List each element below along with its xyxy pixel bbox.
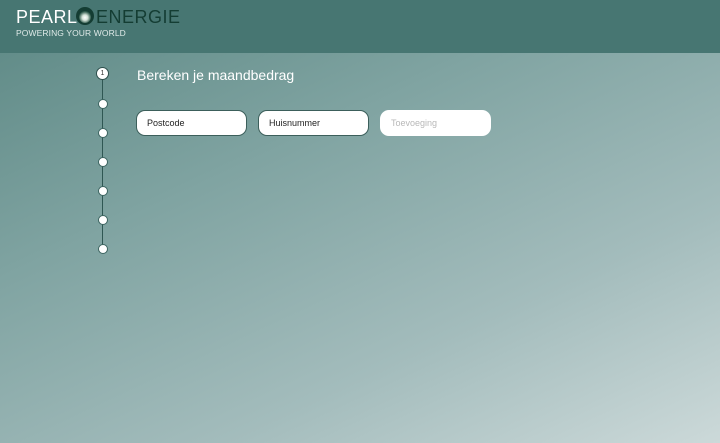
- form-title: Bereken je maandbedrag: [137, 67, 295, 83]
- logo-word-energie: ENERGIE: [96, 7, 181, 27]
- step-3-dot[interactable]: [98, 128, 108, 138]
- toevoeging-input[interactable]: [380, 110, 491, 136]
- postcode-input[interactable]: [136, 110, 247, 136]
- huisnummer-input[interactable]: [258, 110, 369, 136]
- logo-tagline: POWERING YOUR WORLD: [16, 28, 126, 38]
- step-6-dot[interactable]: [98, 215, 108, 225]
- page: PEARL ENERGIE POWERING YOUR WORLD 1 Bere…: [0, 0, 720, 443]
- progress-stepper: 1: [96, 67, 110, 254]
- pearl-energie-logo[interactable]: PEARL ENERGIE POWERING YOUR WORLD: [16, 6, 186, 40]
- step-1-active[interactable]: 1: [96, 67, 109, 80]
- step-2-dot[interactable]: [98, 99, 108, 109]
- step-4-dot[interactable]: [98, 157, 108, 167]
- header-bar: PEARL ENERGIE POWERING YOUR WORLD: [0, 0, 720, 53]
- pearl-icon: [76, 7, 94, 25]
- step-5-dot[interactable]: [98, 186, 108, 196]
- logo-word-pearl: PEARL: [16, 7, 78, 27]
- step-7-dot[interactable]: [98, 244, 108, 254]
